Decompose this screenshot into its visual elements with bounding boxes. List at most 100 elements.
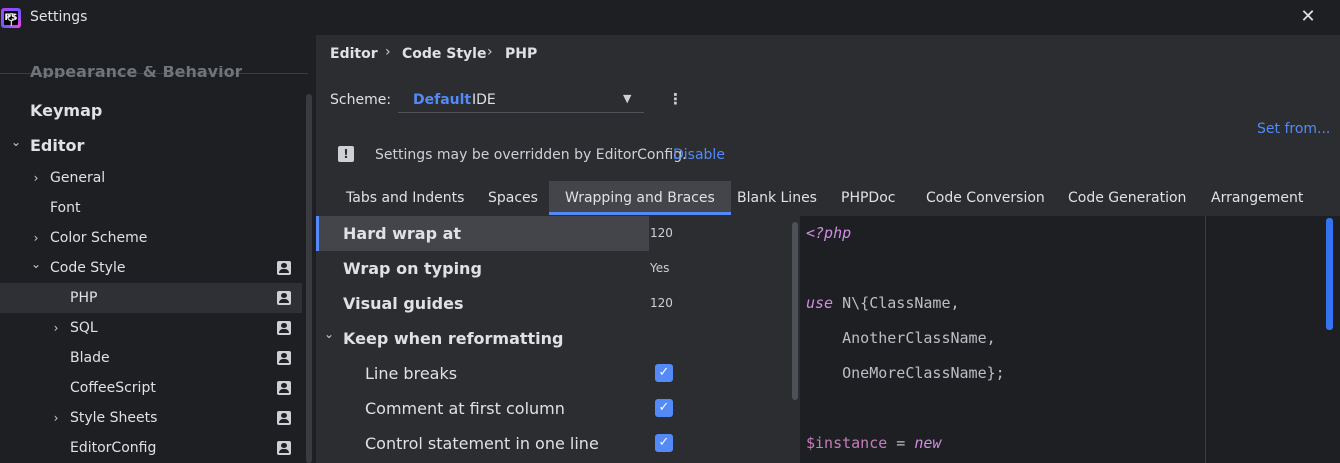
tree-item-label: Code Style [50, 260, 126, 276]
checkbox-checked[interactable]: ✓ [655, 364, 673, 382]
set-from-link[interactable]: Set from... [1257, 121, 1330, 137]
breadcrumb-separator: › [487, 44, 493, 60]
editorconfig-notice: Settings may be overridden by EditorConf… [375, 147, 687, 163]
option-label: Visual guides [343, 294, 464, 313]
option-value[interactable]: Yes [650, 251, 669, 286]
code-token: new [914, 434, 942, 452]
tab-arrangement[interactable]: Arrangement [1211, 181, 1303, 213]
scheme-label: Scheme: [330, 92, 392, 108]
scheme-name[interactable]: Default [413, 92, 471, 108]
code-token: OneMoreClassName}; [806, 364, 1005, 382]
code-token: N\{ClassName, [833, 294, 960, 312]
option-label: Hard wrap at [343, 224, 462, 243]
option-label: Wrap on typing [343, 259, 482, 278]
project-profile-icon [277, 321, 291, 335]
code-token: = [887, 434, 915, 452]
window-title: Settings [30, 9, 88, 25]
option-hard-wrap-at[interactable]: Hard wrap at 120 [316, 216, 790, 251]
tree-item-general[interactable]: › General [0, 163, 302, 193]
option-control-statement-in-one-line[interactable]: Control statement in one line ✓ [316, 426, 790, 461]
options-scrollbar[interactable] [792, 222, 798, 400]
tree-item-color-scheme[interactable]: › Color Scheme [0, 223, 302, 253]
chevron-down-icon[interactable]: ⌄ [9, 127, 23, 157]
disable-link[interactable]: Disable [673, 147, 725, 163]
breadcrumb-code-style[interactable]: Code Style [402, 46, 486, 62]
option-label: Control statement in one line [365, 434, 599, 453]
tree-item-code-style[interactable]: ⌄ Code Style [0, 253, 302, 283]
tab-code-conversion[interactable]: Code Conversion [926, 181, 1045, 213]
option-comment-at-first-column[interactable]: Comment at first column ✓ [316, 391, 790, 426]
close-button[interactable]: ✕ [1296, 5, 1320, 29]
tree-item-label: EditorConfig [70, 440, 157, 456]
tree-item-appearance[interactable]: Appearance & Behavior [30, 66, 242, 78]
tree-item-label: Editor [30, 136, 85, 155]
chevron-down-icon[interactable]: ⌄ [29, 249, 43, 279]
tree-item-style-sheets[interactable]: › Style Sheets [0, 403, 302, 433]
tree-item-label: PHP [70, 290, 98, 306]
dropdown-arrow-icon[interactable]: ▼ [623, 92, 631, 105]
option-label: Line breaks [365, 364, 458, 383]
tree-item-php[interactable]: PHP [0, 283, 302, 313]
breadcrumb-php: PHP [505, 46, 538, 62]
more-options-icon[interactable]: ⋮ [668, 90, 683, 108]
breadcrumb-editor[interactable]: Editor [330, 46, 378, 62]
warning-icon: ! [338, 146, 354, 162]
code-line: <?php [806, 224, 851, 242]
tab-tabs-and-indents[interactable]: Tabs and Indents [346, 181, 464, 213]
code-line: use N\{ClassName, [806, 294, 960, 312]
code-token: $instance [806, 434, 888, 452]
tree-item-label: SQL [70, 320, 98, 336]
tree-item-blade[interactable]: Blade [0, 343, 302, 373]
option-value[interactable]: 120 [650, 286, 673, 321]
project-profile-icon [277, 261, 291, 275]
chevron-down-icon[interactable]: ⌄ [324, 317, 334, 352]
code-line: $instance = new [806, 434, 941, 452]
option-wrap-on-typing[interactable]: Wrap on typing Yes [316, 251, 790, 286]
option-line-breaks[interactable]: Line breaks ✓ [316, 356, 790, 391]
preview-scrollbar[interactable] [1326, 218, 1333, 330]
option-value[interactable]: 120 [650, 216, 673, 251]
tree-item-label: CoffeeScript [70, 380, 156, 396]
project-profile-icon [277, 351, 291, 365]
tree-item-label: Style Sheets [70, 410, 158, 426]
project-profile-icon [277, 291, 291, 305]
tree-item-label: Font [50, 200, 81, 216]
breadcrumb-separator: › [385, 44, 391, 60]
code-token: AnotherClassName, [806, 329, 996, 347]
checkbox-checked[interactable]: ✓ [655, 434, 673, 452]
tab-spaces[interactable]: Spaces [488, 181, 538, 213]
search-icon[interactable]: ⚲ [6, 10, 17, 28]
scheme-type[interactable]: IDE [472, 92, 496, 108]
project-profile-icon [277, 411, 291, 425]
tree-item-editorconfig[interactable]: EditorConfig [0, 433, 302, 463]
tab-phpdoc[interactable]: PHPDoc [841, 181, 895, 213]
tab-wrapping-and-braces[interactable]: Wrapping and Braces [549, 181, 731, 215]
tree-item-keymap[interactable]: Keymap [0, 96, 302, 126]
code-token: <?php [806, 224, 852, 242]
tree-item-label: Keymap [30, 101, 103, 120]
project-profile-icon [277, 381, 291, 395]
option-keep-when-reformatting[interactable]: ⌄ Keep when reformatting [316, 321, 790, 356]
code-token: use [806, 294, 834, 312]
chevron-right-icon[interactable]: › [49, 403, 63, 433]
chevron-right-icon[interactable]: › [49, 313, 63, 343]
project-profile-icon [277, 441, 291, 455]
chevron-right-icon[interactable]: › [29, 163, 43, 193]
tree-item-label: General [50, 170, 106, 186]
option-label: Comment at first column [365, 399, 565, 418]
tree-scrollbar[interactable] [306, 94, 312, 463]
option-label: Keep when reformatting [343, 329, 564, 348]
tree-item-label: Color Scheme [50, 230, 148, 246]
code-line: OneMoreClassName}; [806, 364, 1005, 382]
tab-blank-lines[interactable]: Blank Lines [737, 181, 817, 213]
right-margin-guide [1205, 216, 1206, 463]
tree-item-coffeescript[interactable]: CoffeeScript [0, 373, 302, 403]
tab-code-generation[interactable]: Code Generation [1068, 181, 1186, 213]
tree-item-label: Blade [70, 350, 110, 366]
tree-item-font[interactable]: Font [0, 193, 302, 223]
option-visual-guides[interactable]: Visual guides 120 [316, 286, 790, 321]
code-line: AnotherClassName, [806, 329, 996, 347]
checkbox-checked[interactable]: ✓ [655, 399, 673, 417]
tree-item-editor[interactable]: ⌄ Editor [0, 131, 302, 161]
tree-item-sql[interactable]: › SQL [0, 313, 302, 343]
